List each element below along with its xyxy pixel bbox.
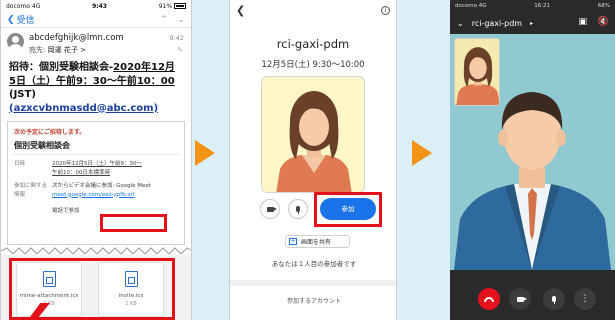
pencil-icon[interactable]: ✎ bbox=[177, 46, 183, 54]
subject-email-link[interactable]: (azxcvbnmasdd@abc.com) bbox=[9, 103, 158, 114]
speaker-muted-icon[interactable]: 🔇 bbox=[598, 17, 609, 27]
join-info-row: 参加に関する情報 次からビデオ会議に参加: Google Meet meet.g… bbox=[14, 182, 178, 199]
lobby-nav-bar: ❮ i bbox=[230, 0, 396, 20]
status-bar: docomo 4G 16:21 68% bbox=[450, 0, 615, 12]
join-value-2: Meet bbox=[137, 183, 151, 189]
subject-date-link-1[interactable]: 2020年12月 bbox=[113, 62, 175, 73]
subject-part-1: 招待：個別受験相談会- bbox=[9, 62, 114, 73]
step-arrow-icon bbox=[195, 140, 215, 166]
call-meeting-title[interactable]: rci-gaxi-pdm bbox=[472, 19, 522, 28]
join-value-1: 次からビデオ会議に参加: Google bbox=[52, 183, 136, 189]
camera-toggle-button[interactable] bbox=[509, 288, 531, 310]
date-value-1[interactable]: 2020年12月5日（土）午前9：30〜 bbox=[52, 160, 142, 169]
share-screen-icon: + bbox=[289, 238, 297, 245]
woman-avatar-icon bbox=[456, 47, 499, 105]
camera-icon bbox=[266, 206, 277, 212]
meet-lobby-screen: ❮ i rci-gaxi-pdm 12月5日(土) 9:30〜10:00 参加 … bbox=[229, 0, 397, 320]
mail-nav-bar: ❮ 受信 ⌃ ⌄ bbox=[1, 12, 191, 28]
share-screen-button[interactable]: + 画面を共有 bbox=[285, 235, 350, 248]
caret-right-icon: ▸ bbox=[530, 19, 534, 27]
subject-date-link-2[interactable]: 5日（土）午前9：30〜午前10：00 bbox=[9, 76, 175, 87]
mail-header: abcdefghijk@lmn.com 宛先: 岡運 花子 > 9:42 ✎ bbox=[1, 28, 191, 55]
hang-up-icon bbox=[484, 296, 494, 302]
call-top-bar: ⌄ rci-gaxi-pdm ▸ ▣ 🔇 bbox=[450, 12, 615, 34]
hang-up-button[interactable] bbox=[478, 288, 500, 310]
meeting-time: 12月5日(土) 9:30〜10:00 bbox=[261, 60, 365, 70]
carrier-label: docomo 4G bbox=[455, 3, 487, 9]
battery-percent: 68% bbox=[597, 3, 610, 9]
join-account-label: 参加するアカウント bbox=[286, 298, 341, 305]
invite-notice: 次の予定にご招待します。 bbox=[14, 129, 86, 136]
status-bar: docomo 4G 9:43 91% bbox=[1, 0, 191, 12]
date-value-2[interactable]: 午前10：00日本標準時 bbox=[52, 169, 142, 178]
mail-time: 9:42 bbox=[169, 34, 184, 42]
sender-address[interactable]: abcdefghijk@lmn.com bbox=[29, 33, 124, 43]
chevron-up-icon[interactable]: ⌃ bbox=[160, 15, 168, 25]
microphone-icon bbox=[296, 206, 300, 214]
battery: 91% bbox=[159, 3, 186, 10]
recipient-prefix: 宛先: bbox=[29, 46, 46, 54]
more-vert-icon: ⋮ bbox=[580, 293, 590, 304]
first-participant-note: あなたは１人目の参加者です bbox=[271, 260, 357, 268]
self-video-preview bbox=[261, 76, 365, 193]
carrier-label: docomo 4G bbox=[6, 2, 41, 10]
in-call-screen: docomo 4G 16:21 68% ⌄ rci-gaxi-pdm ▸ ▣ 🔇 bbox=[450, 0, 615, 320]
event-title: 個別受験相談会 bbox=[14, 140, 178, 155]
subject-timezone: (JST) bbox=[9, 89, 36, 100]
more-options-button[interactable]: ⋮ bbox=[574, 288, 596, 310]
switch-camera-icon[interactable]: ▣ bbox=[578, 17, 587, 27]
mic-toggle-button[interactable] bbox=[288, 199, 308, 219]
back-to-inbox-button[interactable]: ❮ 受信 bbox=[7, 13, 35, 27]
battery-percent: 91% bbox=[158, 2, 173, 10]
step-arrow-icon bbox=[412, 140, 432, 166]
self-view-thumbnail[interactable] bbox=[454, 38, 500, 106]
avatar bbox=[7, 33, 24, 50]
clock: 16:21 bbox=[534, 3, 551, 9]
camera-toggle-button[interactable] bbox=[260, 199, 280, 219]
attachments-highlight bbox=[9, 258, 175, 320]
divider bbox=[230, 280, 396, 286]
chevron-down-icon[interactable]: ⌄ bbox=[457, 19, 464, 28]
back-label: 受信 bbox=[16, 16, 35, 26]
join-key: 参加に関する情報 bbox=[14, 183, 48, 198]
date-key: 日時 bbox=[14, 161, 26, 167]
meet-link[interactable]: meet.google.com/eez-ypfb-xit bbox=[52, 191, 151, 200]
recipient-name[interactable]: 岡運 花子 > bbox=[48, 46, 86, 54]
battery-icon bbox=[173, 3, 186, 9]
info-icon[interactable]: i bbox=[381, 5, 390, 15]
meeting-title: rci-gaxi-pdm bbox=[276, 37, 350, 51]
mic-toggle-button[interactable] bbox=[543, 288, 565, 310]
woman-avatar-icon bbox=[276, 91, 352, 192]
chevron-left-icon[interactable]: ❮ bbox=[236, 4, 245, 17]
join-button-highlight bbox=[314, 192, 382, 227]
phone-join-label[interactable]: 電話で参加 bbox=[52, 206, 178, 214]
mail-phone-screen: docomo 4G 9:43 91% ❮ 受信 ⌃ ⌄ abcdefghijk@… bbox=[0, 0, 192, 320]
chevron-down-icon[interactable]: ⌄ bbox=[177, 15, 185, 25]
share-screen-label: 画面を共有 bbox=[301, 239, 332, 246]
camera-icon bbox=[516, 296, 527, 302]
chevron-left-icon: ❮ bbox=[7, 14, 15, 25]
recipient-line: 宛先: 岡運 花子 > bbox=[29, 45, 124, 55]
meet-link-highlight bbox=[100, 214, 167, 232]
microphone-icon bbox=[552, 296, 556, 304]
mail-subject: 招待：個別受験相談会-2020年12月 5日（土）午前9：30〜午前10：00 … bbox=[1, 55, 191, 115]
clock: 9:43 bbox=[92, 2, 107, 10]
date-row: 日時 2020年12月5日（土）午前9：30〜 午前10：00日本標準時 bbox=[14, 160, 178, 177]
